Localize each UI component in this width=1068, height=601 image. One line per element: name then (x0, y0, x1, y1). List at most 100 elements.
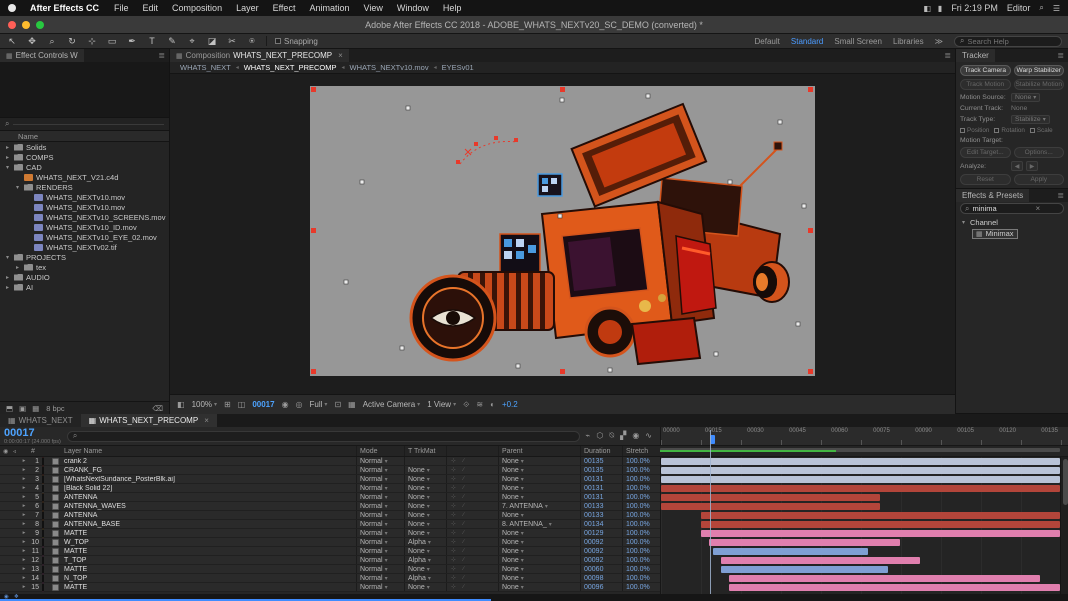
blend-mode-select[interactable]: Normal▾ (356, 484, 404, 492)
parent-select[interactable]: None▾ (498, 574, 580, 582)
options-button[interactable]: Options... (1014, 147, 1065, 158)
stabilize-motion-button[interactable]: Stabilize Motion (1014, 79, 1065, 90)
layer-switches[interactable]: ⊹ ∕ (446, 583, 498, 591)
snapshot-icon[interactable]: ◉ (282, 400, 289, 409)
layer-name[interactable]: T_TOP (61, 557, 356, 564)
video-toggle[interactable] (0, 476, 10, 483)
workspace-overflow-icon[interactable]: ≫ (935, 37, 943, 46)
position-checkbox[interactable] (960, 128, 965, 133)
trkmat-select[interactable]: None▾ (404, 520, 446, 528)
trkmat-select[interactable]: None▾ (404, 583, 446, 591)
menubar-user[interactable]: Editor (1007, 3, 1031, 13)
project-item-whats-nextv10-mov[interactable]: WHATS_NEXTv10.mov (0, 192, 169, 202)
hand-tool[interactable]: ✥ (26, 36, 38, 47)
video-toggle[interactable] (0, 584, 10, 591)
layer-row-7[interactable]: ▸7ANTENNANormal▾None▾⊹ ∕None▾00133100.0% (0, 511, 660, 520)
orbit-camera-tool[interactable]: ↻ (66, 36, 78, 47)
trkmat-select[interactable]: None▾ (404, 493, 446, 501)
layer-color-swatch[interactable] (42, 584, 52, 591)
trkmat-select[interactable]: None▾ (404, 547, 446, 555)
parent-select[interactable]: None▾ (498, 466, 580, 474)
effects-item-minimax[interactable]: ▦ Minimax (960, 228, 1064, 239)
layer-color-swatch[interactable] (42, 503, 52, 510)
layer-switches[interactable]: ⊹ ∕ (446, 520, 498, 528)
layer-name[interactable]: [WhatsNextSundance_PosterBlk.ai] (61, 476, 356, 483)
layer-row-9[interactable]: ▸9MATTENormal▾None▾⊹ ∕None▾00129100.0% (0, 529, 660, 538)
video-toggle[interactable] (0, 557, 10, 564)
layer-color-swatch[interactable] (42, 548, 52, 555)
effects-category-channel[interactable]: ▾ Channel (960, 217, 1064, 228)
timeline-search-input[interactable] (80, 433, 573, 440)
parent-select[interactable]: None▾ (498, 493, 580, 501)
project-item-renders[interactable]: ▾RENDERS (0, 182, 169, 192)
layer-row-8[interactable]: ▸8ANTENNA_BASENormal▾None▾⊹ ∕8. ANTENNA_… (0, 520, 660, 529)
show-snapshot-icon[interactable]: ◎ (296, 400, 303, 409)
twirl-closed-icon[interactable]: ▸ (20, 548, 28, 554)
menu-item-file[interactable]: File (107, 3, 136, 13)
type-tool[interactable]: T (146, 36, 158, 47)
checkbox-rotation[interactable]: Rotation (994, 127, 1024, 134)
video-toggle[interactable] (0, 485, 10, 492)
region-of-interest-icon[interactable]: ⊡ (334, 400, 341, 409)
layer-row-4[interactable]: ▸4[Black Solid 22]Normal▾None▾⊹ ∕None▾00… (0, 484, 660, 493)
video-toggle[interactable] (0, 539, 10, 546)
brush-tool[interactable]: ✎ (166, 36, 178, 47)
trkmat-select[interactable]: None▾ (404, 529, 446, 537)
twirl-closed-icon[interactable]: ▸ (4, 274, 11, 281)
layer-name[interactable]: W_TOP (61, 539, 356, 546)
eraser-tool[interactable]: ◪ (206, 36, 218, 47)
notification-center-icon[interactable]: ☰ (1053, 4, 1060, 13)
blend-mode-select[interactable]: Normal▾ (356, 556, 404, 564)
twirl-closed-icon[interactable]: ▸ (20, 467, 28, 473)
layer-switches[interactable]: ⊹ ∕ (446, 493, 498, 501)
twirl-closed-icon[interactable]: ▸ (20, 557, 28, 563)
layer-color-swatch[interactable] (42, 521, 52, 528)
battery-icon[interactable]: ▮ (938, 4, 942, 13)
video-toggle[interactable] (0, 566, 10, 573)
bit-depth-indicator[interactable]: 8 bpc (46, 404, 64, 413)
blend-mode-select[interactable]: Normal▾ (356, 583, 404, 591)
layer-switches[interactable]: ⊹ ∕ (446, 565, 498, 573)
reset-button[interactable]: Reset (960, 174, 1011, 185)
parent-select[interactable]: None▾ (498, 484, 580, 492)
effect-item-box[interactable]: ▦ Minimax (972, 229, 1018, 239)
blend-mode-select[interactable]: Normal▾ (356, 511, 404, 519)
blend-mode-select[interactable]: Normal▾ (356, 520, 404, 528)
puppet-pin-tool[interactable]: ⍟ (246, 36, 258, 47)
project-item-audio[interactable]: ▸AUDIO (0, 272, 169, 282)
layer-color-swatch[interactable] (42, 458, 52, 465)
layer-duration-bar[interactable] (701, 530, 1060, 537)
layer-name[interactable]: N_TOP (61, 575, 356, 582)
current-time-indicator-line[interactable] (710, 430, 711, 594)
display-icon[interactable]: ◧ (923, 4, 931, 13)
layer-color-swatch[interactable] (42, 566, 52, 573)
close-window-button[interactable] (8, 21, 16, 29)
rectangle-tool[interactable]: ▭ (106, 36, 118, 47)
menu-item-layer[interactable]: Layer (229, 3, 266, 13)
warp-stabilizer-button[interactable]: Warp Stabilizer (1014, 65, 1065, 76)
project-column-header[interactable]: Name (0, 131, 169, 142)
minimize-window-button[interactable] (22, 21, 30, 29)
analyze-forward-button[interactable]: ▶ (1026, 161, 1038, 171)
layer-color-swatch[interactable] (42, 557, 52, 564)
zoom-tool[interactable]: ⌕ (46, 36, 58, 47)
layer-switches[interactable]: ⊹ ∕ (446, 502, 498, 510)
panel-menu-icon[interactable]: ≣ (1053, 49, 1068, 62)
parent-select[interactable]: None▾ (498, 511, 580, 519)
composition-viewport[interactable] (170, 74, 955, 394)
twirl-closed-icon[interactable]: ▸ (20, 539, 28, 545)
layer-switches[interactable]: ⊹ ∕ (446, 547, 498, 555)
layer-duration-bar[interactable] (709, 539, 901, 546)
parent-select[interactable]: None▾ (498, 556, 580, 564)
layer-row-2[interactable]: ▸2CRANK_FGNormal▾None▾⊹ ∕None▾00135100.0… (0, 466, 660, 475)
parent-select[interactable]: 8. ANTENNA_▾ (498, 520, 580, 528)
layer-row-3[interactable]: ▸3[WhatsNextSundance_PosterBlk.ai]Normal… (0, 475, 660, 484)
comp-mini-flowchart-icon[interactable]: ⌁ (586, 431, 591, 441)
current-time-indicator-handle[interactable] (710, 435, 715, 444)
twirl-closed-icon[interactable]: ▸ (20, 458, 28, 464)
trkmat-select[interactable]: Alpha▾ (404, 538, 446, 546)
project-item-cad[interactable]: ▾CAD (0, 162, 169, 172)
layer-duration-bar[interactable] (661, 485, 1060, 492)
time-ruler[interactable]: 0000000015000300004500060000750009000105… (660, 427, 1068, 445)
timecode-value[interactable]: 00017 (4, 428, 61, 439)
